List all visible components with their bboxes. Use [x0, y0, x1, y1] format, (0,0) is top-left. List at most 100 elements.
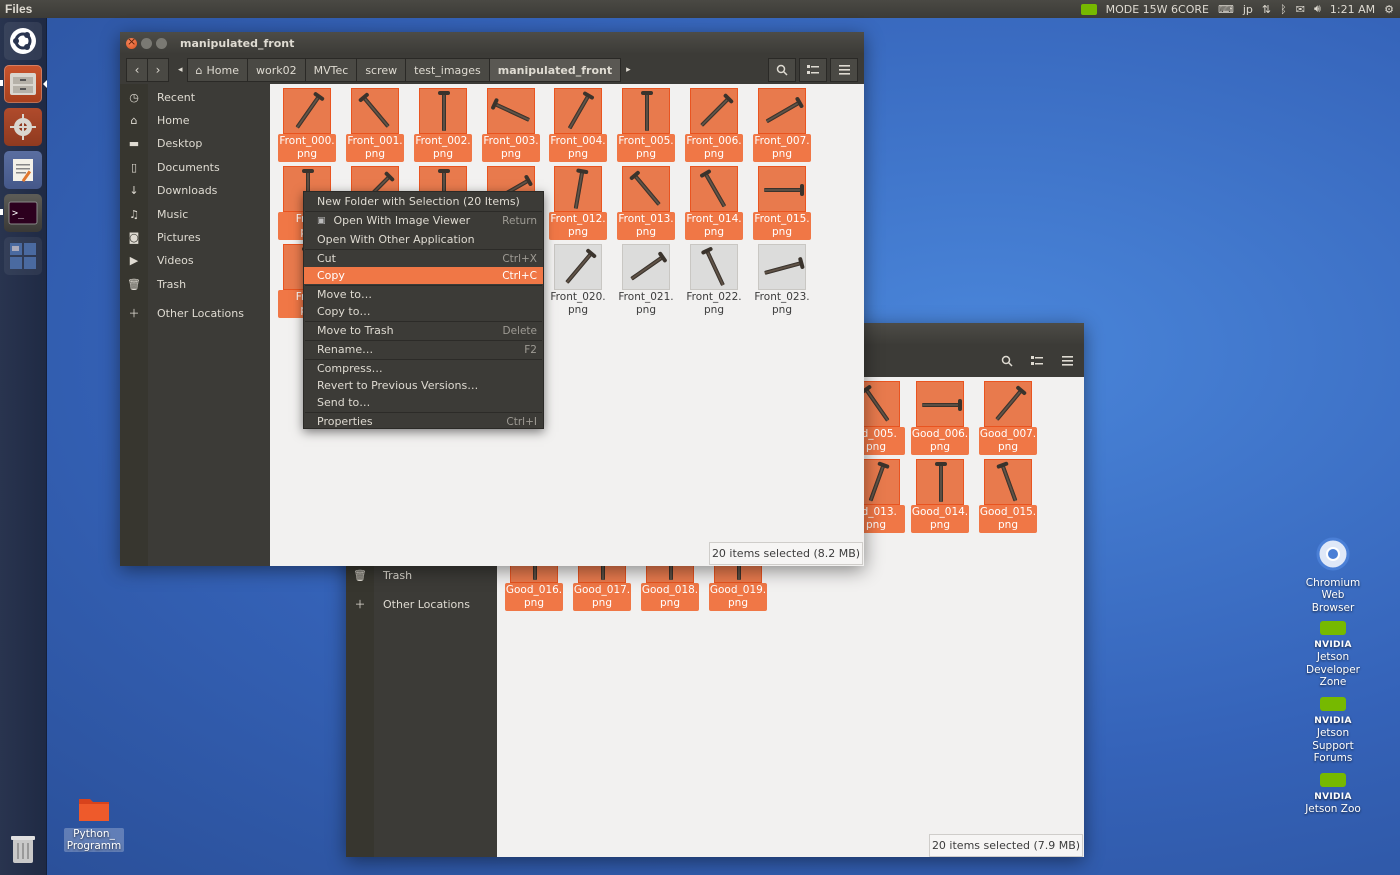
sidebar-item-home[interactable]: ⌂ Home	[120, 109, 270, 131]
file-item[interactable]: Front_007. png	[753, 86, 811, 162]
file-item[interactable]: Front_021. png	[617, 242, 675, 318]
breadcrumb-scroll-left[interactable]: ◂	[173, 58, 188, 82]
file-item[interactable]: Front_022. png	[685, 242, 743, 318]
menu-item-open-with-other-application[interactable]: Open With Other Application	[304, 231, 543, 248]
menu-item-cut[interactable]: Cut Ctrl+X	[304, 250, 543, 267]
sidebar-item-desktop[interactable]: ▬ Desktop	[120, 132, 270, 154]
file-item[interactable]: Good_014. png	[911, 457, 969, 533]
text-editor-button[interactable]	[4, 151, 42, 189]
breadcrumb-test-images[interactable]: test_images	[405, 58, 490, 82]
sidebar-item-videos[interactable]: ▶ Videos	[120, 249, 270, 271]
sidebar-item-other-locations[interactable]: ＋ Other Locations	[120, 302, 270, 324]
menu-item-copy-to[interactable]: Copy to…	[304, 303, 543, 320]
view-toggle-button[interactable]	[799, 58, 827, 82]
menu-button[interactable]	[830, 58, 858, 82]
sidebar-item-music[interactable]: ♫ Music	[120, 203, 270, 225]
file-item[interactable]: Front_003. png	[482, 86, 540, 162]
file-item[interactable]: Front_005. png	[617, 86, 675, 162]
close-button[interactable]	[126, 35, 137, 49]
power-mode[interactable]: MODE 15W 6CORE	[1106, 3, 1209, 16]
sidebar-item-trash[interactable]: 🗑︎ Trash	[120, 273, 270, 295]
file-item[interactable]: Front_004. png	[549, 86, 607, 162]
file-name: Front_006. png	[685, 134, 743, 162]
breadcrumb-manipulated-front[interactable]: manipulated_front	[488, 58, 622, 82]
view-toggle-button[interactable]	[1026, 349, 1048, 373]
desktop-icon-chromium[interactable]: Chromium Web Browser	[1302, 537, 1364, 614]
sidebar-item-label: Videos	[157, 253, 194, 267]
sidebar-item-other-locations[interactable]: ＋ Other Locations	[346, 593, 496, 615]
desktop-icon-jetson-zoo[interactable]: NVIDIA Jetson Zoo	[1302, 773, 1364, 816]
file-item[interactable]: Front_006. png	[685, 86, 743, 162]
chromium-icon	[1316, 537, 1350, 571]
file-item[interactable]: Front_020. png	[549, 242, 607, 318]
file-item[interactable]: Front_015. png	[753, 164, 811, 240]
clock[interactable]: 1:21 AM	[1330, 3, 1375, 16]
search-button[interactable]	[996, 349, 1018, 373]
file-item[interactable]: Front_014. png	[685, 164, 743, 240]
file-item[interactable]: Front_012. png	[549, 164, 607, 240]
ubuntu-dash-button[interactable]	[4, 22, 42, 60]
terminal-button[interactable]: >_	[4, 194, 42, 232]
sidebar-item-recent[interactable]: ◷ Recent	[120, 86, 270, 108]
menu-item-revert-to-previous-versions[interactable]: Revert to Previous Versions…	[304, 377, 543, 394]
settings-gear-icon[interactable]: ⚙	[1384, 3, 1394, 16]
file-item[interactable]: Good_006. png	[911, 379, 969, 455]
breadcrumb-screw[interactable]: screw	[356, 58, 407, 82]
menu-item-new-folder-with-selection[interactable]: New Folder with Selection (20 Items)	[304, 193, 543, 210]
terminal-icon: >_	[8, 201, 38, 225]
svg-text:>_: >_	[12, 208, 25, 219]
desktop-icon-jetson-developer-zone[interactable]: NVIDIA Jetson Developer Zone	[1302, 621, 1364, 689]
file-name: Good_016. png	[505, 583, 563, 611]
menu-item-send-to[interactable]: Send to…	[304, 394, 543, 411]
nvidia-wordmark: NVIDIA	[1314, 715, 1352, 726]
sidebar-item-downloads[interactable]: ↓ Downloads	[120, 179, 270, 201]
keyboard-icon[interactable]: ⌨	[1218, 3, 1234, 16]
menu-item-move-to[interactable]: Move to…	[304, 286, 543, 303]
search-button[interactable]	[768, 58, 796, 82]
desktop-icon-python-folder[interactable]: Python_ Programm	[64, 795, 124, 852]
file-item[interactable]: Good_015. png	[979, 457, 1037, 533]
files-launcher-button[interactable]	[4, 65, 42, 103]
workspace-switcher-icon	[10, 243, 36, 269]
file-item[interactable]: Front_023. png	[753, 242, 811, 318]
menu-button[interactable]	[1056, 349, 1078, 373]
nvidia-mode-icon[interactable]	[1080, 3, 1097, 15]
breadcrumb-work02[interactable]: work02	[247, 58, 306, 82]
mail-icon[interactable]: ✉	[1296, 3, 1305, 16]
breadcrumb-scroll-right[interactable]: ▸	[621, 58, 636, 82]
maximize-button[interactable]	[156, 37, 167, 49]
breadcrumb-mvtec[interactable]: MVTec	[304, 58, 358, 82]
launcher: >_	[0, 18, 47, 875]
toolbar: ‹ › ◂ ⌂ Home work02 MVTec screw test_imag…	[120, 54, 864, 86]
menu-item-open-with-image-viewer[interactable]: ▣ Open With Image Viewer Return	[304, 212, 543, 229]
file-item[interactable]: Front_002. png	[414, 86, 472, 162]
system-settings-button[interactable]	[4, 108, 42, 146]
sidebar-item-trash[interactable]: 🗑︎ Trash	[346, 564, 496, 586]
file-item[interactable]: Front_000. png	[278, 86, 336, 162]
home-icon: ⌂	[195, 63, 203, 77]
menu-item-properties[interactable]: Properties Ctrl+I	[304, 413, 543, 430]
sidebar-item-documents[interactable]: ▯ Documents	[120, 156, 270, 178]
menu-item-compress[interactable]: Compress…	[304, 360, 543, 377]
workspace-switcher-button[interactable]	[4, 237, 42, 275]
file-item[interactable]: Front_013. png	[617, 164, 675, 240]
minimize-button[interactable]	[141, 37, 152, 49]
breadcrumb-home[interactable]: ⌂ Home	[186, 58, 248, 82]
file-name: Front_012. png	[549, 212, 607, 240]
menu-item-copy[interactable]: Copy Ctrl+C	[304, 267, 543, 284]
back-button[interactable]: ‹	[126, 58, 148, 82]
file-item[interactable]: Good_007. png	[979, 379, 1037, 455]
sidebar-item-pictures[interactable]: ◙ Pictures	[120, 226, 270, 248]
volume-icon[interactable]: 🔊︎	[1314, 2, 1321, 16]
network-icon[interactable]: ⇅	[1262, 3, 1271, 16]
file-item[interactable]: Front_001. png	[346, 86, 404, 162]
trash-launcher-button[interactable]	[4, 830, 42, 868]
menu-item-move-to-trash[interactable]: Move to Trash Delete	[304, 322, 543, 339]
desktop-icon-jetson-support-forums[interactable]: NVIDIA Jetson Support Forums	[1302, 697, 1364, 765]
titlebar[interactable]: manipulated_front	[120, 32, 864, 54]
bluetooth-icon[interactable]: ᛒ	[1280, 3, 1287, 16]
forward-button[interactable]: ›	[147, 58, 169, 82]
menu-item-rename[interactable]: Rename… F2	[304, 341, 543, 358]
settings-wrench-icon	[10, 114, 36, 140]
keyboard-layout[interactable]: jp	[1243, 3, 1253, 16]
